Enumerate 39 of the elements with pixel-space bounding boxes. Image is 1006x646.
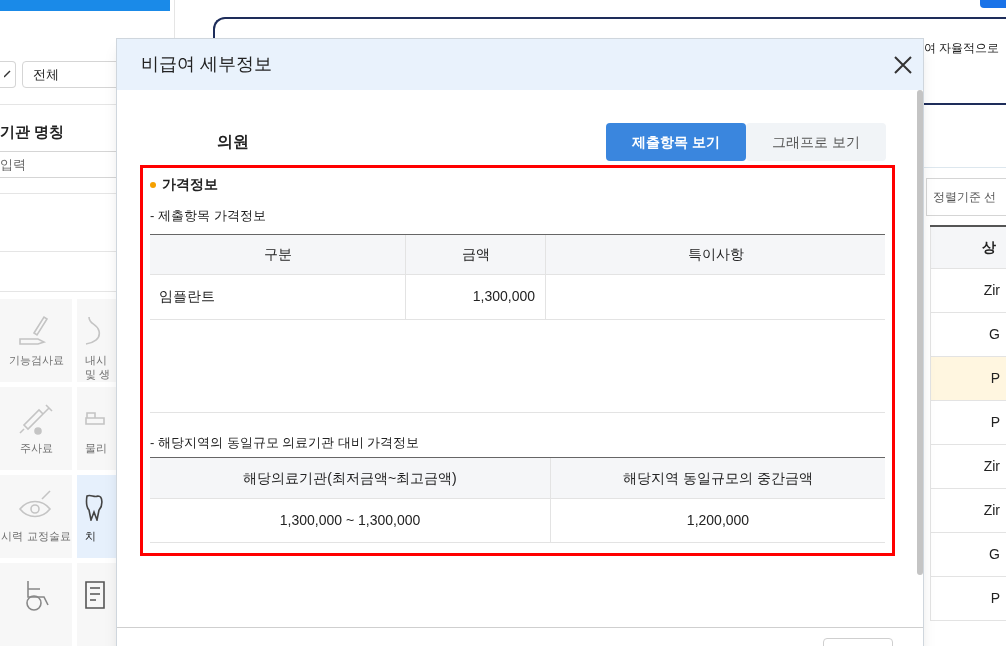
caret-icon <box>3 69 12 80</box>
column-header: 해당지역 동일규모의 중간금액 <box>550 458 885 498</box>
bullet-icon <box>150 181 156 188</box>
table-cell: P <box>930 401 1006 445</box>
table-cell: P <box>930 577 1006 621</box>
tooth-icon <box>85 493 103 521</box>
column-header: 특이사항 <box>545 234 885 274</box>
close-icon <box>894 55 912 74</box>
section-label: 기관 명칭 <box>0 121 66 142</box>
bed-icon <box>85 412 105 426</box>
table-cell: Zir <box>930 489 1006 533</box>
category-tile[interactable]: 시력 교정술료 <box>0 475 72 558</box>
scrollbar[interactable] <box>917 90 923 575</box>
table-cell: Zir <box>930 269 1006 313</box>
column-header: 금액 <box>405 234 545 274</box>
table-cell: G <box>930 533 1006 577</box>
column-header: 구분 <box>262 244 293 264</box>
table-cell-text: 임플란트 <box>158 287 216 306</box>
view-tab[interactable]: 제출항목 보기 <box>606 123 746 161</box>
document-icon <box>85 581 105 609</box>
column-header: 해당의료기관(최저금액~최고금액) <box>242 468 458 488</box>
category-tile[interactable]: 주사료 <box>0 387 72 470</box>
notice-text: 여 자율적으로 <box>924 40 1001 57</box>
institution-type: 의원 <box>217 132 249 152</box>
section-title: 가격정보 <box>162 175 218 194</box>
table-cell-text: 1,300,000 ~ 1,300,000 <box>278 511 422 530</box>
table-cell: G <box>930 313 1006 357</box>
table-cell: 1,300,000 <box>405 274 545 319</box>
view-tab[interactable]: 그래프로 보기 <box>746 123 886 161</box>
table-caption: - 제출항목 가격정보 <box>150 207 267 225</box>
table-header: 상 <box>930 227 1006 269</box>
table-cell: Zir <box>930 445 1006 489</box>
dropdown-field[interactable] <box>0 61 16 88</box>
sort-dropdown[interactable]: 정렬기준 선 <box>926 178 1006 216</box>
category-tile[interactable]: 기능검사료 <box>0 299 72 382</box>
category-tile[interactable] <box>0 563 72 646</box>
table-caption: - 해당지역의 동일규모 의료기관 대비 가격정보 <box>150 433 421 452</box>
table-cell: 1,200,000 <box>550 499 885 542</box>
table-cell: P <box>930 357 1006 401</box>
